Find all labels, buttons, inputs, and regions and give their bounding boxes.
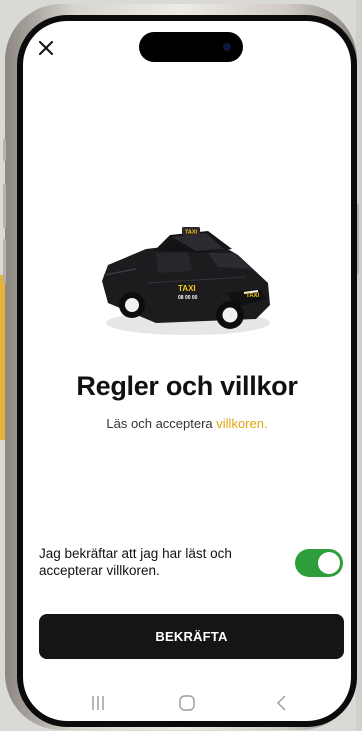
back-icon [277,695,286,711]
terms-link[interactable]: villkoren. [216,416,267,431]
home-icon [179,695,195,711]
app-screen: TAXI TAXI 08 00 00 TAXI Regler och villk… [23,21,351,721]
taxi-car-illustration: TAXI TAXI 08 00 00 TAXI [102,227,270,335]
car-roof-sign: TAXI [185,230,198,236]
recents-icon [92,696,104,710]
phone-frame: TAXI TAXI 08 00 00 TAXI Regler och villk… [3,4,359,730]
car-door-logo: TAXI [178,284,196,293]
close-button[interactable] [35,37,57,59]
nav-home-button[interactable] [175,691,199,715]
close-icon [39,41,53,55]
consent-text: Jag bekräftar att jag har läst och accep… [39,546,232,578]
toggle-knob [318,552,340,574]
phone-volume-down [3,239,6,283]
dynamic-island [139,32,243,62]
subtitle-text: Läs och acceptera [106,416,217,431]
phone-volume-up [3,184,6,228]
nav-back-button[interactable] [270,691,294,715]
phone-side-button [3,139,6,161]
system-nav-bar [23,689,351,719]
page-subtitle: Läs och acceptera villkoren. [23,416,351,431]
camera-icon [223,43,231,51]
confirm-button[interactable]: BEKRÄFTA [39,614,344,659]
car-front-logo: TAXI [246,293,260,299]
nav-recents-button[interactable] [86,691,110,715]
page-title: Regler och villkor [76,371,298,401]
consent-toggle[interactable] [295,549,343,577]
car-door-phone: 08 00 00 [178,295,198,301]
